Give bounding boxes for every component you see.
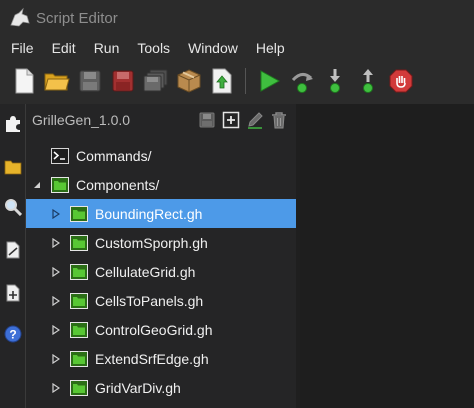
menu-run[interactable]: Run [85,36,129,60]
step-into-icon [330,69,340,93]
explorer-folder-icon [4,160,22,175]
step-out-button[interactable] [354,67,382,95]
svg-text:?: ? [9,328,16,342]
editor-area[interactable] [300,104,474,408]
menu-bar: File Edit Run Tools Window Help [0,36,474,60]
help-button[interactable]: ? [3,324,23,344]
help-icon: ? [4,325,22,343]
tree-item-cellulategrid[interactable]: CellulateGrid.gh [26,257,296,286]
terminal-icon [51,147,69,164]
add-document-icon [6,284,20,302]
tree-item-gridvardiv[interactable]: GridVarDiv.gh [26,373,296,402]
chevron-right-icon[interactable] [51,353,61,364]
extensions-button[interactable] [3,114,23,134]
save-icon [79,70,101,92]
tree-item-label: Components/ [76,176,160,193]
chevron-right-icon[interactable] [51,266,61,277]
menu-edit[interactable]: Edit [43,36,85,60]
puzzle-icon [6,116,20,132]
tree-item-label: ControlGeoGrid.gh [95,321,213,338]
save-as-button[interactable] [109,67,137,95]
grasshopper-file-icon [70,321,88,338]
panel-add-button[interactable] [222,111,240,129]
new-file-button[interactable] [10,67,38,95]
menu-window[interactable]: Window [179,36,247,60]
chevron-right-icon[interactable] [51,237,61,248]
step-out-icon [363,69,373,93]
document-icon [6,241,20,259]
step-into-button[interactable] [321,67,349,95]
tree-item-components[interactable]: Components/ [26,170,296,199]
project-title: GrilleGen_1.0.0 [32,112,131,128]
chevron-right-icon[interactable] [51,208,61,219]
step-over-button[interactable] [288,67,316,95]
rhino-logo-icon: 8 [8,6,32,30]
chevron-right-icon[interactable] [51,324,61,335]
explorer-panel: GrilleGen_1.0.0 Commands/ Components/ Bo… [26,104,296,408]
chevron-down-icon[interactable] [32,180,42,190]
title-bar: 8 Script Editor [0,0,474,36]
export-icon [212,68,232,94]
step-over-icon [291,73,313,93]
panel-actions [198,111,288,129]
tree-item-cellstopanels[interactable]: CellsToPanels.gh [26,286,296,315]
new-file-icon [15,68,34,94]
grasshopper-file-icon [70,350,88,367]
tree-item-customsporph[interactable]: CustomSporph.gh [26,228,296,257]
menu-file[interactable]: File [0,36,43,60]
stop-icon [389,69,413,93]
add-icon [222,111,240,129]
grasshopper-file-icon [70,379,88,396]
panel-edit-button[interactable] [246,111,264,129]
save-all-button[interactable] [142,67,170,95]
tree-item-label: GridVarDiv.gh [95,379,181,396]
delete-icon [272,112,286,129]
grasshopper-file-icon [70,234,88,251]
add-document-button[interactable] [3,283,23,303]
package-button[interactable] [175,67,203,95]
save-button[interactable] [76,67,104,95]
chevron-right-icon[interactable] [51,295,61,306]
menu-tools[interactable]: Tools [128,36,179,60]
tree-item-label: CellsToPanels.gh [95,292,204,309]
tree-item-label: BoundingRect.gh [95,205,203,222]
open-folder-button[interactable] [43,67,71,95]
grasshopper-file-icon [70,263,88,280]
tree-item-label: ExtendSrfEdge.gh [95,350,209,367]
grasshopper-file-icon [70,292,88,309]
window-title: Script Editor [36,9,118,27]
run-icon [260,70,281,92]
panel-save-button[interactable] [198,111,216,129]
package-icon [177,69,201,93]
tree-item-label: CellulateGrid.gh [95,263,196,280]
menu-help[interactable]: Help [247,36,294,60]
panel-header: GrilleGen_1.0.0 [26,104,296,136]
edit-icon [248,112,263,129]
toolbar-separator [245,68,246,94]
explorer-button[interactable] [3,157,23,177]
search-button[interactable] [3,197,23,217]
grasshopper-file-icon [70,205,88,222]
tree-item-label: Commands/ [76,147,152,164]
document-button[interactable] [3,240,23,260]
tree-item-controlgeogrid[interactable]: ControlGeoGrid.gh [26,315,296,344]
tree-item-boundingrect[interactable]: BoundingRect.gh [26,199,296,228]
stop-button[interactable] [387,67,415,95]
tree-item-extendsrfedge[interactable]: ExtendSrfEdge.gh [26,344,296,373]
component-folder-icon [51,176,69,193]
toolbar [0,60,474,102]
tree-item-label: CustomSporph.gh [95,234,208,251]
search-icon [5,199,22,216]
activity-sidebar: ? [0,104,26,408]
chevron-right-icon[interactable] [51,382,61,393]
save-all-icon [143,69,168,92]
tree-item-commands[interactable]: Commands/ [26,141,296,170]
export-button[interactable] [208,67,236,95]
file-tree: Commands/ Components/ BoundingRect.gh Cu… [26,141,296,402]
open-folder-icon [44,73,70,91]
run-button[interactable] [255,67,283,95]
save-icon [199,112,215,128]
save-as-icon [112,70,134,92]
panel-delete-button[interactable] [270,111,288,129]
